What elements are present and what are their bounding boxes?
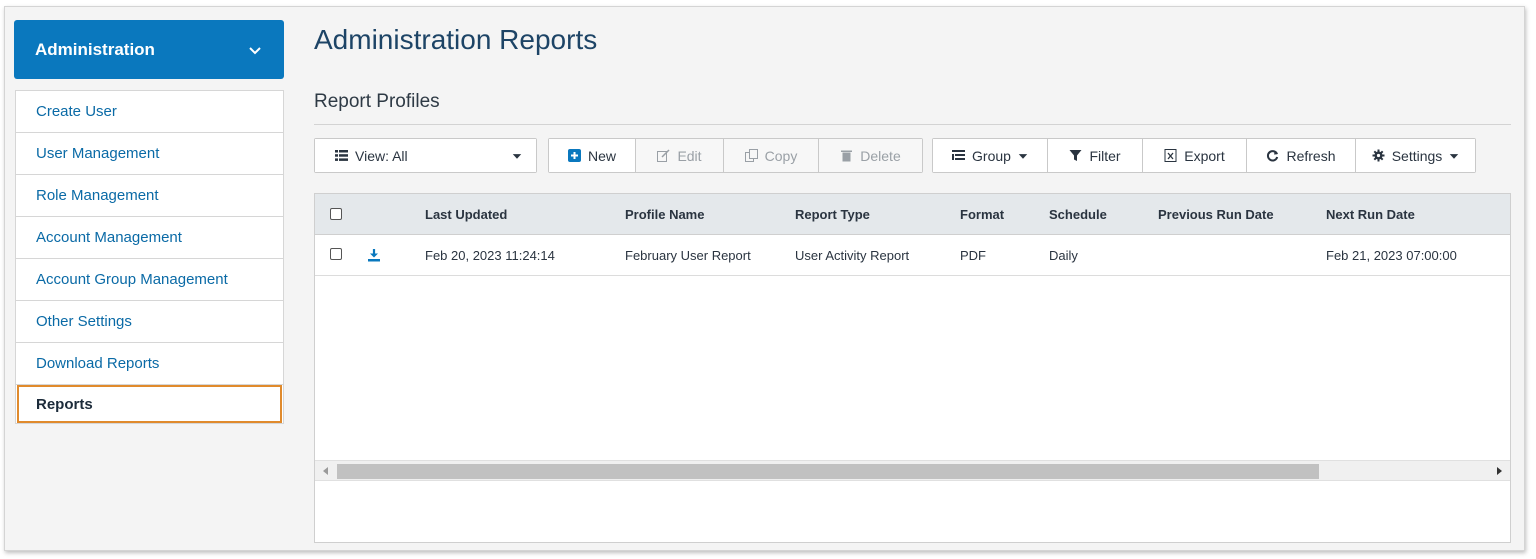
delete-button[interactable]: Delete [819, 139, 922, 172]
trash-icon [841, 150, 853, 162]
filter-button-label: Filter [1089, 147, 1121, 164]
scrollbar-thumb[interactable] [337, 464, 1319, 479]
administration-menu-header[interactable]: Administration [14, 20, 284, 79]
list-icon [335, 150, 348, 161]
column-header-report-type[interactable]: Report Type [795, 207, 870, 222]
download-icon[interactable] [367, 248, 381, 262]
crud-button-group: New Edit Copy Delete [548, 138, 923, 173]
sidebar-item-account-management[interactable]: Account Management [16, 217, 283, 259]
table-row[interactable]: Feb 20, 2023 11:24:14 February User Repo… [315, 235, 1510, 276]
edit-button[interactable]: Edit [636, 139, 724, 172]
administration-menu-title: Administration [35, 39, 155, 59]
caret-down-icon [1450, 153, 1459, 159]
new-button-label: New [587, 147, 616, 164]
sidebar-item-role-management[interactable]: Role Management [16, 175, 283, 217]
edit-button-label: Edit [677, 147, 702, 164]
sidebar-item-user-management[interactable]: User Management [16, 133, 283, 175]
page-title: Administration Reports [314, 24, 598, 55]
row-checkbox[interactable] [330, 248, 342, 260]
settings-button-label: Settings [1391, 147, 1443, 164]
view-select[interactable]: View: All [315, 139, 536, 172]
scroll-right-arrow-icon[interactable] [1493, 465, 1505, 477]
app-frame: Administration Create User User Manageme… [4, 6, 1525, 551]
cell-format: PDF [960, 248, 986, 263]
refresh-button[interactable]: Refresh [1247, 139, 1356, 172]
copy-button-label: Copy [764, 147, 798, 164]
export-button-label: Export [1184, 147, 1225, 164]
plus-square-icon [567, 149, 581, 162]
column-header-schedule[interactable]: Schedule [1049, 207, 1107, 222]
cell-next-run-date: Feb 21, 2023 07:00:00 [1326, 248, 1457, 263]
sidebar-item-download-reports[interactable]: Download Reports [16, 343, 283, 385]
cell-last-updated: Feb 20, 2023 11:24:14 [425, 248, 555, 263]
filter-icon [1069, 150, 1082, 161]
sidebar-item-other-settings[interactable]: Other Settings [16, 301, 283, 343]
refresh-icon [1267, 150, 1279, 162]
sidebar-nav: Create User User Management Role Managem… [15, 90, 284, 424]
column-header-last-updated[interactable]: Last Updated [425, 207, 507, 222]
sidebar-item-label: Other Settings [36, 313, 132, 330]
section-divider [314, 124, 1511, 125]
filter-button[interactable]: Filter [1048, 139, 1143, 172]
edit-icon [657, 149, 670, 162]
excel-file-icon [1164, 149, 1177, 162]
horizontal-scrollbar[interactable] [315, 460, 1510, 481]
sidebar-item-label: User Management [36, 145, 160, 162]
export-button[interactable]: Export [1143, 139, 1247, 172]
caret-down-icon [1018, 153, 1028, 159]
column-header-profile-name[interactable]: Profile Name [625, 207, 704, 222]
settings-button[interactable]: Settings [1356, 139, 1475, 172]
view-selector-group: View: All [314, 138, 537, 173]
cell-schedule: Daily [1049, 248, 1078, 263]
group-button-label: Group [972, 147, 1011, 164]
delete-button-label: Delete [860, 147, 901, 164]
report-profiles-table: Last Updated Profile Name Report Type Fo… [314, 193, 1511, 543]
sidebar-item-label: Role Management [36, 187, 159, 204]
view-select-label: View: All [355, 147, 408, 164]
sidebar-item-reports[interactable]: Reports [17, 385, 282, 423]
sidebar-item-label: Reports [36, 395, 93, 413]
copy-button[interactable]: Copy [724, 139, 819, 172]
column-header-format[interactable]: Format [960, 207, 1004, 222]
chevron-down-icon [249, 46, 261, 54]
copy-icon [744, 149, 758, 162]
column-header-next-run-date[interactable]: Next Run Date [1326, 207, 1415, 222]
scroll-left-arrow-icon[interactable] [320, 465, 332, 477]
caret-down-icon [512, 153, 522, 159]
sidebar-item-create-user[interactable]: Create User [16, 91, 283, 133]
sidebar-item-label: Account Group Management [36, 271, 228, 288]
sidebar-item-label: Account Management [36, 229, 182, 246]
actions-button-group: Group Filter Export Refresh Settings [932, 138, 1476, 173]
sidebar-item-label: Download Reports [36, 355, 160, 372]
group-button[interactable]: Group [933, 139, 1048, 172]
new-button[interactable]: New [549, 139, 636, 172]
column-header-previous-run-date[interactable]: Previous Run Date [1158, 207, 1274, 222]
select-all-checkbox[interactable] [330, 208, 342, 220]
cell-report-type: User Activity Report [795, 248, 910, 263]
table-header: Last Updated Profile Name Report Type Fo… [315, 194, 1510, 235]
group-icon [952, 150, 966, 160]
sidebar-item-account-group-management[interactable]: Account Group Management [16, 259, 283, 301]
sidebar-item-label: Create User [36, 103, 117, 120]
refresh-button-label: Refresh [1286, 147, 1336, 164]
gear-icon [1372, 149, 1385, 162]
section-title: Report Profiles [314, 91, 440, 112]
cell-profile-name: February User Report [625, 248, 751, 263]
